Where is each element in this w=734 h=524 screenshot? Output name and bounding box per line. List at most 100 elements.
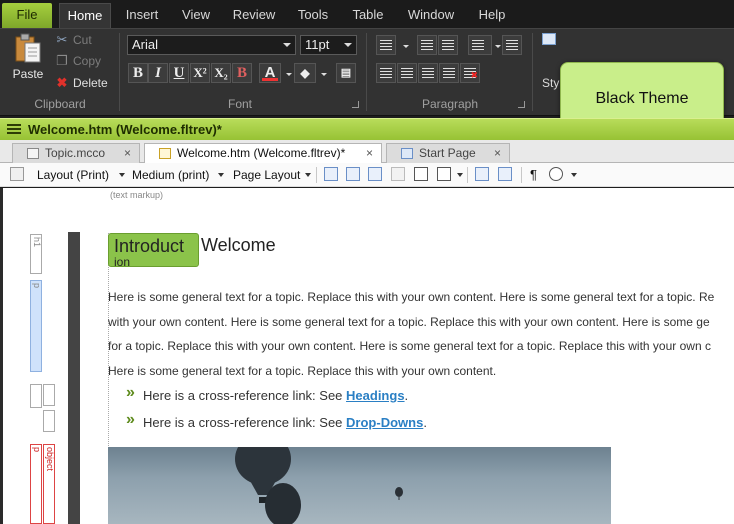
- paragraph-group-label: Paragraph: [421, 97, 479, 111]
- chevron-down-icon[interactable]: [403, 45, 409, 48]
- structure-li-block[interactable]: [43, 410, 55, 432]
- underline-button[interactable]: U: [169, 63, 189, 83]
- hot-air-balloons-image[interactable]: [108, 447, 611, 524]
- structure-p-block[interactable]: p: [30, 444, 42, 524]
- paste-button[interactable]: Paste: [8, 31, 48, 85]
- heading-tag-marker[interactable]: Introduct ion: [108, 233, 199, 267]
- chevron-down-icon[interactable]: [286, 73, 292, 76]
- gear-icon[interactable]: [10, 167, 24, 181]
- copy-icon: ❐: [56, 53, 68, 68]
- chevron-down-icon[interactable]: [119, 173, 125, 177]
- copy-label: Copy: [73, 54, 102, 68]
- window-icon[interactable]: [368, 167, 382, 181]
- align-center-button[interactable]: [397, 63, 417, 83]
- structure-p-block[interactable]: p: [30, 280, 42, 372]
- tab-topic-mcco[interactable]: Topic.mcco ×: [12, 143, 140, 163]
- tab-home[interactable]: Home: [59, 3, 111, 28]
- ribbon-tab-bar: File Home Insert View Review Tools Table…: [0, 0, 734, 28]
- chevron-down-icon[interactable]: [218, 173, 224, 177]
- tab-label: Topic.mcco: [45, 146, 106, 160]
- styles-label[interactable]: Sty: [542, 76, 559, 90]
- bullet-list-button[interactable]: [376, 35, 396, 55]
- border-icon: [472, 40, 484, 50]
- justify-icon: [443, 68, 455, 78]
- bold-button[interactable]: B: [128, 63, 148, 83]
- align-center-icon: [401, 68, 413, 78]
- font-family-value: Arial: [132, 37, 159, 52]
- document-icon: ▤: [340, 67, 352, 79]
- tab-help[interactable]: Help: [472, 3, 512, 28]
- paragraph-line: Here is some general text for a topic. R…: [108, 290, 715, 304]
- font-dialog-launcher-icon[interactable]: [352, 101, 359, 108]
- toolbar-divider: [467, 167, 468, 183]
- show-tags-button[interactable]: ¶: [530, 168, 537, 182]
- tab-start-page[interactable]: Start Page ×: [386, 143, 510, 163]
- drop-downs-link[interactable]: Drop-Downs: [346, 415, 423, 430]
- superscript-button[interactable]: X²: [190, 63, 210, 83]
- structure-h1-block[interactable]: h1: [30, 234, 42, 274]
- font-family-select[interactable]: Arial: [127, 35, 296, 55]
- close-icon[interactable]: ×: [124, 144, 131, 163]
- hamburger-menu-icon[interactable]: [7, 124, 21, 135]
- font-size-select[interactable]: 11pt: [300, 35, 357, 55]
- conditional-indicator-icon[interactable]: [498, 167, 512, 181]
- tab-view[interactable]: View: [176, 3, 216, 28]
- headings-link[interactable]: Headings: [346, 388, 405, 403]
- outdent-button[interactable]: [417, 35, 437, 55]
- chevron-down-icon[interactable]: [495, 45, 501, 48]
- paragraph-dialog-launcher-icon[interactable]: [518, 101, 525, 108]
- align-right-button[interactable]: [418, 63, 438, 83]
- visibility-eye-icon[interactable]: [549, 167, 563, 181]
- tab-window[interactable]: Window: [405, 3, 457, 28]
- layout-dropdown[interactable]: Layout (Print): [37, 168, 109, 182]
- highlight-button[interactable]: ◆: [294, 63, 316, 83]
- structure-li-block[interactable]: [30, 384, 42, 408]
- justify-button[interactable]: [439, 63, 459, 83]
- chevron-down-icon[interactable]: [321, 73, 327, 76]
- font-color-button[interactable]: A: [259, 63, 281, 83]
- page-icon[interactable]: [391, 167, 405, 181]
- styles-picker-button[interactable]: ▤: [336, 63, 356, 83]
- remove-format-button[interactable]: ✖: [460, 63, 480, 83]
- page-heading[interactable]: Welcome: [201, 235, 276, 256]
- copy-button[interactable]: ❐ Copy: [55, 52, 101, 70]
- delete-x-icon: ✖: [56, 75, 68, 90]
- structure-object-block[interactable]: object: [43, 444, 55, 524]
- chevron-down-icon[interactable]: [457, 173, 463, 177]
- style-icon[interactable]: [542, 33, 556, 45]
- tab-insert[interactable]: Insert: [120, 3, 164, 28]
- tab-file[interactable]: File: [2, 3, 52, 28]
- align-left-button[interactable]: [376, 63, 396, 83]
- page-layout-dropdown[interactable]: Page Layout: [233, 168, 300, 182]
- print-preview-icon[interactable]: [346, 167, 360, 181]
- xml-editor[interactable]: (text markup) h1 p p object Introduct io…: [0, 188, 734, 524]
- cut-label: Cut: [73, 33, 92, 47]
- close-icon[interactable]: ×: [494, 144, 501, 163]
- document-tab-bar: Topic.mcco × Welcome.htm (Welcome.fltrev…: [0, 140, 734, 164]
- font-group-label: Font: [227, 97, 252, 111]
- body-paragraph[interactable]: Here is some general text for a topic. R…: [108, 285, 734, 383]
- chevron-down-icon[interactable]: [571, 173, 577, 177]
- chevron-down-icon[interactable]: [305, 173, 311, 177]
- conditions-icon[interactable]: [475, 167, 489, 181]
- structure-li-block[interactable]: [43, 384, 55, 406]
- tab-welcome-htm[interactable]: Welcome.htm (Welcome.fltrev)* ×: [144, 143, 382, 164]
- list-item-text: Here is a cross-reference link: See: [143, 388, 347, 403]
- tab-table[interactable]: Table: [347, 3, 389, 28]
- close-icon[interactable]: ×: [366, 144, 373, 163]
- group-separator: [119, 33, 120, 111]
- subscript-button[interactable]: X₂: [211, 63, 231, 83]
- border-button[interactable]: [468, 35, 492, 55]
- tab-review[interactable]: Review: [228, 3, 280, 28]
- show-blocks-button[interactable]: [502, 35, 522, 55]
- text-format-icon[interactable]: [437, 167, 451, 181]
- delete-button[interactable]: ✖ Delete: [55, 74, 108, 92]
- excel-icon[interactable]: [414, 167, 428, 181]
- italic-button[interactable]: I: [148, 63, 168, 83]
- medium-dropdown[interactable]: Medium (print): [132, 168, 209, 182]
- preview-icon[interactable]: [324, 167, 338, 181]
- indent-button[interactable]: [438, 35, 458, 55]
- cut-button[interactable]: ✂ Cut: [55, 31, 92, 49]
- tab-tools[interactable]: Tools: [292, 3, 334, 28]
- clear-format-button[interactable]: B: [232, 63, 252, 83]
